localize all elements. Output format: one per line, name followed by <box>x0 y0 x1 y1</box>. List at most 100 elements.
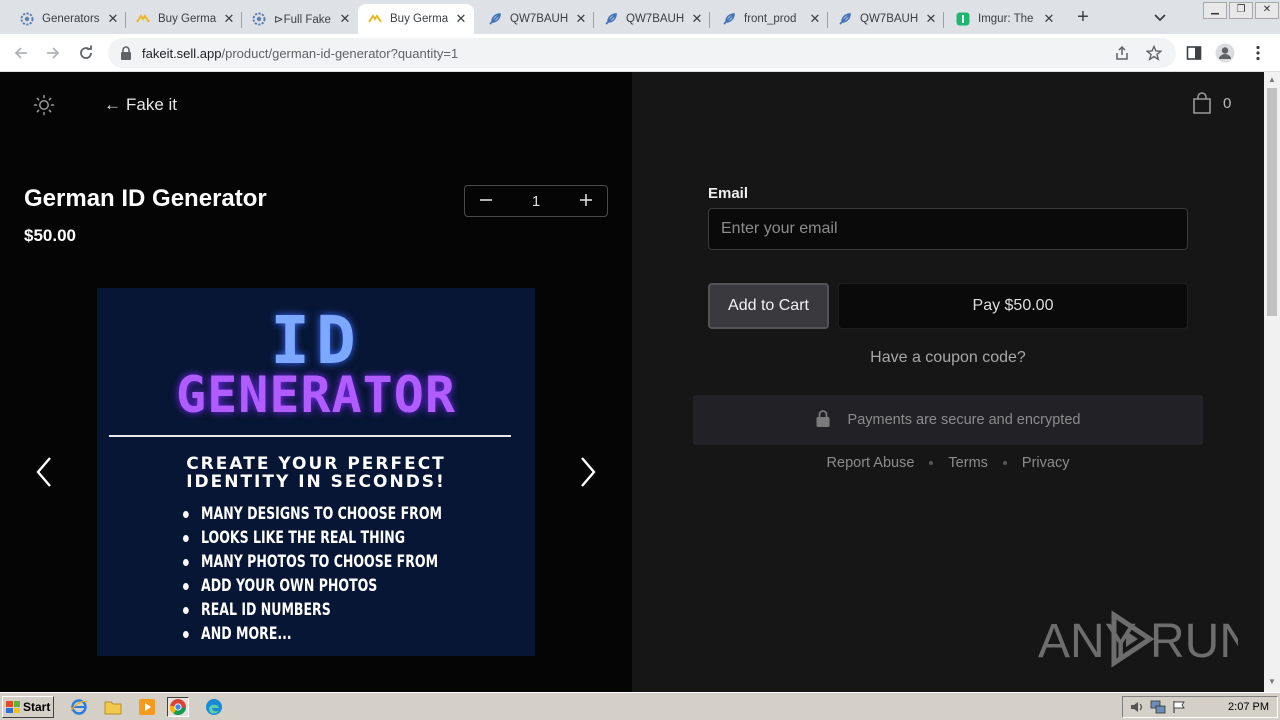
close-icon[interactable]: ✕ <box>808 12 822 26</box>
kebab-menu-icon[interactable] <box>1248 43 1268 63</box>
terms-link[interactable]: Terms <box>948 455 987 471</box>
cart-button[interactable]: 0 <box>1192 92 1231 114</box>
browser-tab[interactable]: QW7BAUH ✕ <box>478 4 594 34</box>
tab-title: Buy Germa <box>158 13 217 25</box>
bookmark-star-icon[interactable] <box>1145 44 1163 61</box>
back-button[interactable] <box>9 41 33 65</box>
image-feature-list: MANY DESIGNS TO CHOOSE FROM LOOKS LIKE T… <box>183 502 499 646</box>
close-icon[interactable]: ✕ <box>690 12 704 26</box>
browser-tab[interactable]: Imgur: The ✕ <box>946 4 1062 34</box>
browser-tab[interactable]: Buy Germa ✕ <box>126 4 242 34</box>
list-item: AND MORE... <box>183 622 442 646</box>
start-button[interactable]: Start <box>2 696 54 718</box>
gear-icon <box>252 12 266 26</box>
restore-button[interactable]: ❐ <box>1229 2 1253 19</box>
page-scrollbar[interactable]: ▲ ▼ <box>1264 72 1280 692</box>
close-icon[interactable]: ✕ <box>106 12 120 26</box>
browser-tab[interactable]: QW7BAUH ✕ <box>828 4 944 34</box>
coupon-link[interactable]: Have a coupon code? <box>708 349 1188 367</box>
tab-title: Buy Germa <box>390 13 449 25</box>
internet-explorer-icon[interactable] <box>68 697 90 717</box>
media-player-icon[interactable] <box>136 697 158 717</box>
product-price: $50.00 <box>24 226 76 245</box>
feather-icon <box>722 12 736 26</box>
sun-icon[interactable] <box>33 94 55 116</box>
list-item: MANY DESIGNS TO CHOOSE FROM <box>183 502 442 526</box>
product-panel: ← Fake it German ID Generator $50.00 1 I… <box>0 72 632 692</box>
share-icon[interactable] <box>1114 45 1130 61</box>
store-back-link[interactable]: ← Fake it <box>104 95 177 115</box>
footer-links: Report Abuse Terms Privacy <box>708 455 1188 471</box>
anyrun-watermark-logo: ANY RUN <box>1038 607 1254 671</box>
close-icon[interactable]: ✕ <box>222 12 236 26</box>
report-abuse-link[interactable]: Report Abuse <box>827 455 915 471</box>
decrease-quantity-button[interactable] <box>465 186 507 216</box>
carousel-prev-button[interactable] <box>33 455 55 489</box>
add-to-cart-button[interactable]: Add to Cart <box>708 283 829 329</box>
network-icon[interactable] <box>1150 699 1166 715</box>
chevron-left-icon <box>36 457 51 487</box>
windows-logo-icon <box>6 701 20 713</box>
feather-icon <box>604 12 618 26</box>
scroll-up-arrow-icon[interactable]: ▲ <box>1268 76 1276 84</box>
email-label: Email <box>708 185 749 202</box>
system-tray: 2:07 PM <box>1122 696 1278 718</box>
scrollbar-thumb[interactable] <box>1267 88 1277 316</box>
browser-tab[interactable]: Generators ✕ <box>10 4 126 34</box>
lock-icon <box>816 409 830 431</box>
arrow-left-icon: ← <box>104 95 121 114</box>
close-icon[interactable]: ✕ <box>924 12 938 26</box>
close-icon[interactable]: ✕ <box>338 12 352 26</box>
lock-icon[interactable] <box>120 46 134 60</box>
carousel-next-button[interactable] <box>577 455 599 489</box>
sellapp-icon <box>368 12 382 26</box>
page-content: ← Fake it German ID Generator $50.00 1 I… <box>0 72 1280 692</box>
email-field[interactable] <box>708 208 1188 250</box>
quantity-stepper: 1 <box>464 185 608 217</box>
tab-title: QW7BAUH <box>626 13 685 25</box>
flag-icon[interactable] <box>1171 699 1187 715</box>
plus-icon <box>580 194 592 206</box>
tab-title: ⊳Full Fake <box>274 14 331 26</box>
separator-dot <box>1002 461 1007 465</box>
close-icon[interactable]: ✕ <box>1042 12 1056 26</box>
browser-tab[interactable]: ⊳Full Fake ✕ <box>242 4 358 34</box>
list-item: ADD YOUR OWN PHOTOS <box>183 574 442 598</box>
forward-button[interactable] <box>41 41 65 65</box>
pay-button[interactable]: Pay $50.00 <box>838 283 1188 329</box>
browser-tab[interactable]: front_prod ✕ <box>712 4 828 34</box>
reload-button[interactable] <box>74 41 98 65</box>
cart-count: 0 <box>1223 94 1232 112</box>
feather-icon <box>838 12 852 26</box>
chevron-down-icon[interactable] <box>1152 9 1168 25</box>
tab-title: QW7BAUH <box>510 13 569 25</box>
close-window-button[interactable]: ✕ <box>1255 2 1279 19</box>
minimize-button[interactable]: ▁ <box>1203 2 1227 19</box>
profile-avatar-icon[interactable] <box>1215 43 1235 63</box>
product-image: ID GENERATOR CREATE YOUR PERFECT IDENTIT… <box>97 288 535 656</box>
increase-quantity-button[interactable] <box>565 186 607 216</box>
scroll-down-arrow-icon[interactable]: ▼ <box>1268 678 1276 686</box>
quantity-value[interactable]: 1 <box>507 193 565 210</box>
file-explorer-icon[interactable] <box>102 697 124 717</box>
list-item: MANY PHOTOS TO CHOOSE FROM <box>183 550 442 574</box>
address-bar[interactable]: fakeit.sell.app/product/german-id-genera… <box>108 38 1176 68</box>
close-icon[interactable]: ✕ <box>454 12 468 26</box>
browser-tab-active[interactable]: Buy Germa ✕ <box>358 4 474 34</box>
clock: 2:07 PM <box>1228 701 1269 713</box>
privacy-link[interactable]: Privacy <box>1022 455 1070 471</box>
window-controls: ▁ ❐ ✕ <box>1202 0 1280 20</box>
store-name: Fake it <box>126 95 178 114</box>
side-panel-icon[interactable] <box>1184 43 1204 63</box>
list-item: REAL ID NUMBERS <box>183 598 442 622</box>
close-icon[interactable]: ✕ <box>574 12 588 26</box>
gear-icon <box>20 12 34 26</box>
chrome-taskbar-icon[interactable] <box>167 697 189 717</box>
edge-icon[interactable] <box>203 697 225 717</box>
tab-strip: Generators ✕ Buy Germa ✕ ⊳Full Fake ✕ Bu… <box>0 0 1280 34</box>
browser-tab[interactable]: QW7BAUH ✕ <box>594 4 710 34</box>
minus-icon <box>480 199 492 201</box>
volume-icon[interactable] <box>1129 699 1145 715</box>
new-tab-button[interactable]: + <box>1073 7 1093 27</box>
feather-icon <box>488 12 502 26</box>
